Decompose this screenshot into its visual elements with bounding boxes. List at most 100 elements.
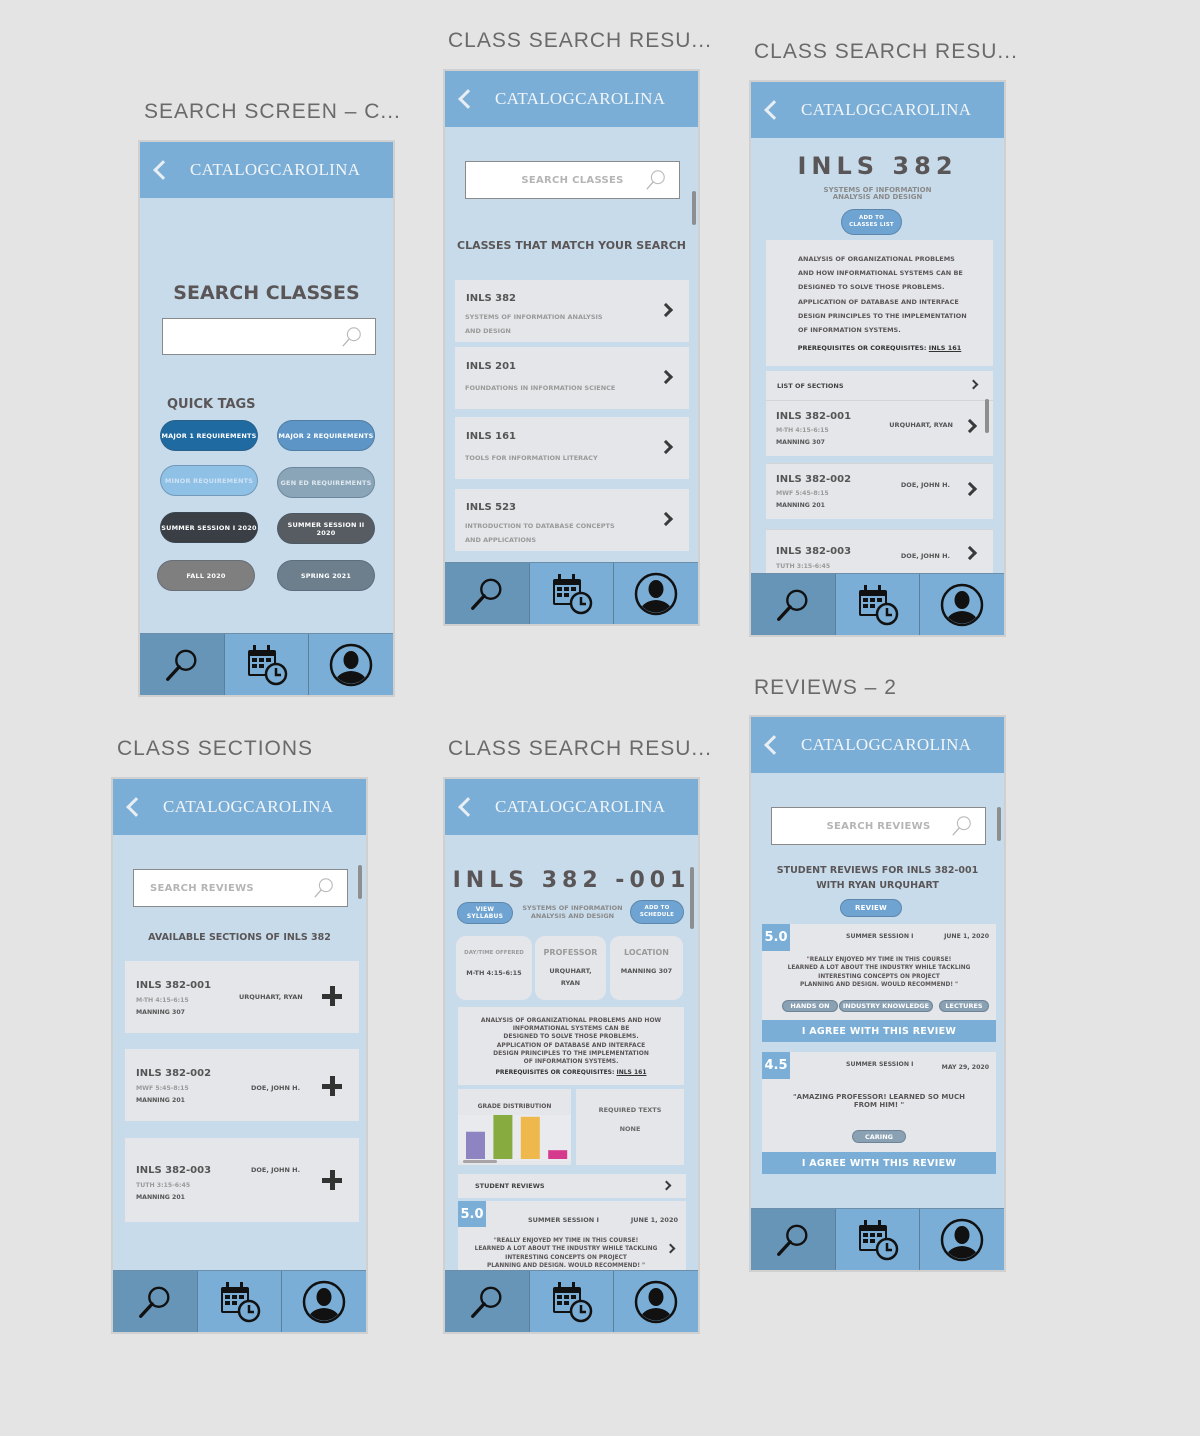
class-result-item[interactable]: INLS 201 FOUNDATIONS IN INFORMATION SCIEN… — [455, 347, 689, 409]
section-item[interactable]: INLS 382-002 MWF 5:45-8:15 MANNING 201 DOE,… — [766, 463, 993, 519]
quick-tag[interactable]: MAJOR 2 REQUIREMENTS — [277, 420, 375, 451]
review-date: MAY 29, 2020 — [941, 1064, 989, 1071]
section-room: MANNING 201 — [136, 1097, 185, 1104]
class-result-item[interactable]: INLS 523 INTRODUCTION TO DATABASE CONCEPT… — [455, 489, 689, 551]
quick-tag[interactable]: SUMMER SESSION I 2020 — [160, 512, 258, 543]
nav-tab-schedule[interactable] — [528, 563, 614, 624]
review-score: 4.5 — [762, 1052, 790, 1079]
list-of-sections-header[interactable]: LIST OF SECTIONS — [766, 371, 993, 400]
class-title-line: ANALYSIS AND DESIGN — [832, 193, 923, 201]
app-brand: CATALOGCAROLINA — [190, 160, 361, 179]
quick-tag[interactable]: GEN ED REQUIREMENTS — [277, 467, 375, 498]
section-instructor: DOE, JOHN H. — [251, 1166, 301, 1174]
quick-tag[interactable]: FALL 2020 — [157, 560, 255, 591]
info-value: M-TH 4:15-6:15 — [456, 967, 532, 979]
add-section-plus-icon[interactable] — [322, 1076, 342, 1096]
search-reviews-input[interactable]: SEARCH REVIEWS — [771, 807, 986, 845]
add-section-plus-icon[interactable] — [322, 1170, 342, 1190]
review-score: 5.0 — [762, 924, 790, 951]
info-box: DAY/TIME OFFERED M-TH 4:15-6:15 — [456, 936, 532, 1000]
prereq-link[interactable]: INLS 161 — [616, 1069, 646, 1076]
review-date: JUNE 1, 2020 — [630, 1216, 678, 1224]
chevron-left-icon[interactable] — [458, 797, 478, 817]
nav-tab-profile[interactable] — [919, 574, 1004, 635]
review-session: SUMMER SESSION I — [846, 933, 914, 940]
nav-tab-schedule[interactable] — [834, 1209, 920, 1270]
class-result-item[interactable]: INLS 161 TOOLS FOR INFORMATION LITERACY — [455, 417, 689, 479]
frame-label-reviews-2: REVIEWS – 2 — [754, 676, 897, 699]
bottom-nav — [751, 1208, 1004, 1270]
nav-tab-search[interactable] — [751, 1209, 835, 1270]
nav-tab-profile[interactable] — [308, 634, 393, 695]
grade-distribution-card[interactable]: GRADE DISTRIBUTION — [458, 1089, 571, 1165]
nav-tab-profile[interactable] — [281, 1271, 366, 1332]
nav-tab-search[interactable] — [445, 563, 529, 624]
quick-tag[interactable]: SPRING 2021 — [277, 560, 375, 591]
write-review-button[interactable]: REVIEW — [840, 899, 902, 917]
app-header: CATALOGCAROLINA — [445, 779, 698, 835]
user-avatar-icon — [302, 1280, 346, 1324]
nav-tab-schedule[interactable] — [223, 634, 309, 695]
section-instructor: DOE, JOHN H. — [900, 552, 950, 560]
scrollbar[interactable] — [692, 191, 696, 225]
phone-class-detail: CATALOGCAROLINA INLS 382 SYSTEMS OF INFO… — [749, 80, 1006, 637]
search-classes-input[interactable] — [162, 318, 376, 355]
chevron-left-icon[interactable] — [126, 797, 146, 817]
phone-class-results: CATALOGCAROLINA SEARCH CLASSES CLASSES T… — [443, 69, 700, 626]
info-box: LOCATION MANNING 307 — [610, 936, 683, 1000]
quick-tag[interactable]: MAJOR 1 REQUIREMENTS — [160, 420, 258, 451]
scrollbar[interactable] — [358, 865, 362, 899]
phone-section-detail: CATALOGCAROLINA INLS 382 -001 VIEW SYLLAB… — [443, 777, 700, 1334]
nav-tab-search[interactable] — [113, 1271, 197, 1332]
add-to-classes-list-button[interactable]: ADD TO CLASSES LIST — [841, 209, 902, 235]
search-reviews-input[interactable]: SEARCH REVIEWS — [133, 869, 348, 907]
nav-tab-schedule[interactable] — [528, 1271, 614, 1332]
chevron-left-icon[interactable] — [764, 100, 784, 120]
nav-tab-search[interactable] — [751, 574, 835, 635]
nav-tab-schedule[interactable] — [196, 1271, 282, 1332]
review-session: SUMMER SESSION I — [846, 1061, 914, 1068]
search-classes-input[interactable]: SEARCH CLASSES — [465, 161, 680, 199]
nav-tab-profile[interactable] — [613, 563, 698, 624]
quick-tags-heading: QUICK TAGS — [167, 397, 256, 412]
class-result-item[interactable]: INLS 382 SYSTEMS OF INFORMATION ANALYSIS A… — [455, 280, 689, 342]
agree-with-review-button[interactable]: I AGREE WITH THIS REVIEW — [762, 1152, 996, 1174]
class-title-line: AND APPLICATIONS — [465, 536, 537, 544]
app-header: CATALOGCAROLINA — [445, 71, 698, 127]
view-syllabus-button[interactable]: VIEW SYLLABUS — [457, 902, 513, 924]
chevron-left-icon[interactable] — [153, 160, 173, 180]
add-section-plus-icon[interactable] — [322, 986, 342, 1006]
description-line: INFORMATIONAL SYSTEMS CAN BE — [512, 1025, 630, 1033]
frame-label-section-detail: CLASS SEARCH RESU... — [448, 737, 712, 760]
info-value: URQUHART, RYAN — [535, 965, 606, 989]
quick-tag[interactable]: SUMMER SESSION II 2020 — [277, 513, 375, 544]
chart-scrollbar[interactable] — [463, 1160, 497, 1163]
chevron-left-icon[interactable] — [458, 89, 478, 109]
quick-tag[interactable]: MINOR REQUIREMENTS — [160, 465, 258, 496]
scrollbar[interactable] — [690, 867, 694, 929]
nav-tab-profile[interactable] — [613, 1271, 698, 1332]
add-to-schedule-button[interactable]: ADD TO SCHEDULE — [630, 900, 684, 924]
chevron-left-icon[interactable] — [764, 735, 784, 755]
section-item[interactable]: INLS 382-003 TUTH 3:15-6:45 DOE, JOHN H. — [766, 529, 993, 579]
description-line: ANALYSIS OF ORGANIZATIONAL PROBLEMS AND … — [480, 1017, 662, 1024]
nav-tab-profile[interactable] — [919, 1209, 1004, 1270]
phone-search-screen: CATALOGCAROLINA SEARCH CLASSES QUICK TAG… — [138, 140, 395, 697]
description-line: DESIGN PRINCIPLES TO THE IMPLEMENTATION — [493, 1049, 649, 1057]
section-item[interactable]: INLS 382-001 M-TH 4:15-6:15 MANNING 307 URQ… — [766, 400, 993, 456]
prereq-link[interactable]: INLS 161 — [929, 344, 962, 352]
description-line: AND HOW INFORMATIONAL SYSTEMS CAN BE — [798, 269, 963, 278]
scrollbar[interactable] — [985, 399, 989, 433]
required-texts-value: NONE — [619, 1125, 641, 1133]
info-value-line: URQUHART, — [549, 967, 592, 975]
agree-with-review-button[interactable]: I AGREE WITH THIS REVIEW — [762, 1020, 996, 1042]
nav-tab-schedule[interactable] — [834, 574, 920, 635]
nav-tab-search[interactable] — [140, 634, 224, 695]
student-reviews-header[interactable]: STUDENT REVIEWS — [458, 1174, 686, 1198]
section-item: INLS 382-003 TUTH 3:15-6:45 MANNING 201 DOE… — [125, 1138, 359, 1222]
nav-tab-search[interactable] — [445, 1271, 529, 1332]
scrollbar[interactable] — [997, 807, 1001, 841]
reviews-heading-line: STUDENT REVIEWS FOR INLS 382-001 — [776, 865, 979, 876]
review-preview-card[interactable]: 5.0 SUMMER SESSION I JUNE 1, 2020 "REALL… — [458, 1201, 686, 1276]
review-score: 5.0 — [458, 1201, 486, 1227]
